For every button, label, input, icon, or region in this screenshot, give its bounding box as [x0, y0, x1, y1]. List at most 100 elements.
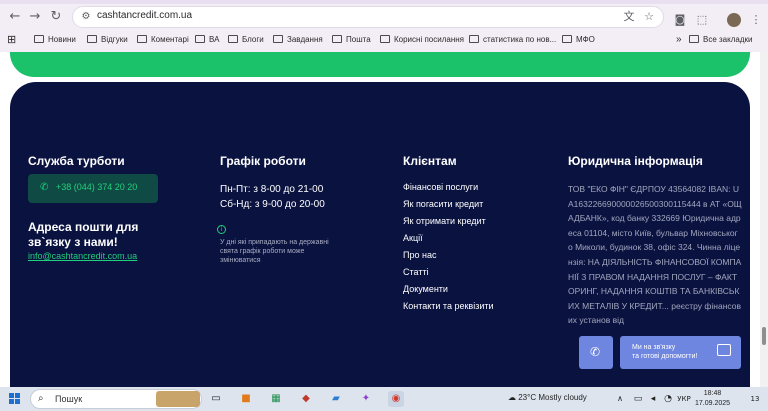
cloud-icon: ☁ [508, 393, 519, 402]
menu-icon[interactable]: ⋮ [748, 12, 764, 28]
chat-text: Ми на зв'язку та готові допомогти! [632, 343, 697, 361]
search-icon: ⌕ [38, 393, 44, 404]
client-link[interactable]: Контакти та реквізити [403, 300, 494, 317]
time: 18:48 [703, 390, 722, 397]
chat-icon [717, 344, 731, 356]
apps-icon[interactable]: ⊞ [7, 33, 16, 47]
weather-text: 23°C Mostly cloudy [518, 393, 587, 402]
clock[interactable]: 18:48 17.09.2025 [695, 389, 730, 409]
reload-icon[interactable]: ↻ [46, 7, 66, 27]
folder-icon [34, 35, 44, 43]
notification-badge[interactable]: 13 [746, 391, 764, 407]
legal-text: ТОВ "ЕКО ФІН" ЄДРПОУ 43564082 IBAN: UA16… [568, 184, 742, 326]
copilot-icon[interactable]: ✦ [358, 391, 374, 407]
site-info-icon[interactable]: ⚙ [79, 10, 93, 24]
bookmark-item[interactable]: Корисні посилання [380, 33, 464, 47]
call-button[interactable]: ✆ [579, 336, 613, 369]
chat-widget[interactable]: Ми на зв'язку та готові допомогти! [620, 336, 741, 369]
folder-icon [137, 35, 147, 43]
address-bar[interactable]: ⚙ cashtancredit.com.ua 文 ☆ [72, 6, 664, 28]
app-icon[interactable]: ◆ [298, 391, 314, 407]
folder-icon [87, 35, 97, 43]
taskbar-search[interactable]: ⌕ Пошук [30, 389, 202, 409]
windows-start-icon[interactable] [9, 393, 21, 405]
page-viewport: Служба турботи ✆ +38 (044) 374 20 20 Адр… [0, 52, 768, 387]
schedule-title: Графік роботи [220, 154, 306, 168]
all-bookmarks-label: Все закладки [703, 35, 753, 44]
back-icon[interactable]: ← [5, 7, 25, 27]
phone-number: +38 (044) 374 20 20 [56, 182, 138, 192]
bookmark-label: статистика по нов... [483, 35, 557, 44]
folder-icon [469, 35, 479, 43]
network-icon[interactable]: ◔ [660, 391, 676, 407]
calculator-icon[interactable]: ▦ [268, 391, 284, 407]
app-icon[interactable]: ▰ [328, 391, 344, 407]
folder-icon [195, 35, 205, 43]
green-section-bottom [10, 52, 750, 77]
chat-line1: Ми на зв'язку [632, 344, 676, 351]
folder-icon [273, 35, 283, 43]
tab-strip [0, 0, 768, 4]
extensions-icon[interactable]: ⬚ [694, 12, 710, 28]
bookmark-label: ВА [209, 35, 220, 44]
client-link[interactable]: Акції [403, 232, 494, 249]
chrome-icon[interactable]: ◉ [388, 391, 404, 407]
bookmark-label: Блоги [242, 35, 264, 44]
bookmark-label: Відгуки [101, 35, 128, 44]
bookmark-item[interactable]: Пошта [332, 33, 371, 47]
star-icon[interactable]: ☆ [642, 10, 656, 24]
bookmarks-overflow[interactable]: » [676, 33, 682, 47]
client-link[interactable]: Про нас [403, 249, 494, 266]
nav-bar: ← → ↻ ⚙ cashtancredit.com.ua 文 ☆ ◙ ⬚ ⋮ [0, 5, 768, 29]
folder-icon [228, 35, 238, 43]
client-link[interactable]: Статті [403, 266, 494, 283]
camera-icon[interactable]: ◙ [672, 12, 688, 28]
forward-icon[interactable]: → [25, 7, 45, 27]
support-title: Служба турботи [28, 154, 125, 168]
bookmark-item[interactable]: Блоги [228, 33, 264, 47]
store-icon[interactable]: ■ [238, 391, 254, 407]
bookmark-label: Коментарі [151, 35, 189, 44]
legal-title: Юридична інформація [568, 154, 703, 168]
taskbar: ⌕ Пошук ▭ ■ ▦ ◆ ▰ ✦ ◉ ☁ 23°C Mostly clou… [0, 387, 768, 411]
bookmark-item[interactable]: Завдання [273, 33, 323, 47]
client-links: Фінансові послуги Як погасити кредит Як … [403, 181, 494, 317]
phone-icon: ✆ [40, 182, 49, 193]
speaker-icon[interactable]: ◂ [645, 391, 661, 407]
scrollbar-thumb[interactable] [762, 327, 766, 345]
bookmarks-bar: ⊞ Новини Відгуки Коментарі ВА Блоги Завд… [0, 30, 768, 50]
client-link[interactable]: Як отримати кредит [403, 215, 494, 232]
folder-icon [332, 35, 342, 43]
bookmark-item[interactable]: ВА [195, 33, 219, 47]
bookmark-item[interactable]: Коментарі [137, 33, 189, 47]
client-link[interactable]: Документи [403, 283, 494, 300]
client-link[interactable]: Як погасити кредит [403, 198, 494, 215]
bookmark-item[interactable]: статистика по нов... [469, 33, 556, 47]
phone-button[interactable]: ✆ +38 (044) 374 20 20 [28, 174, 158, 203]
email-link[interactable]: info@cashtancredit.com.ua [28, 251, 137, 261]
bookmark-label: Завдання [287, 35, 323, 44]
schedule-weekend: Сб-Нд: з 9-00 до 20-00 [220, 199, 325, 210]
all-bookmarks[interactable]: Все закладки [689, 33, 752, 47]
bookmark-item[interactable]: МФО [562, 33, 595, 47]
bookmark-label: Корисні посилання [394, 35, 464, 44]
language-indicator[interactable]: УКР [675, 391, 693, 407]
schedule-hours: Пн-Пт: з 8-00 до 21-00 Сб-Нд: з 9-00 до … [220, 182, 325, 212]
avatar[interactable] [727, 13, 741, 27]
bookmark-item[interactable]: Відгуки [87, 33, 128, 47]
phone-icon: ✆ [590, 345, 601, 359]
task-view-icon[interactable]: ▭ [208, 391, 224, 407]
client-link[interactable]: Фінансові послуги [403, 181, 494, 198]
bookmark-label: Новини [48, 35, 76, 44]
clients-title: Клієнтам [403, 154, 457, 168]
info-icon: i [217, 225, 226, 234]
weather-widget[interactable]: ☁ 23°C Mostly cloudy [508, 393, 587, 402]
mail-title: Адреса пошти для зв`язку з нами! [28, 220, 139, 249]
battery-icon[interactable]: ▭ [630, 391, 646, 407]
folder-icon [689, 35, 699, 43]
translate-icon[interactable]: 文 [622, 10, 636, 24]
browser-chrome: ← → ↻ ⚙ cashtancredit.com.ua 文 ☆ ◙ ⬚ ⋮ ⊞… [0, 0, 768, 52]
bookmark-item[interactable]: Новини [34, 33, 76, 47]
tray-chevron-icon[interactable]: ∧ [612, 391, 628, 407]
chat-line2: та готові допомогти! [632, 353, 698, 360]
